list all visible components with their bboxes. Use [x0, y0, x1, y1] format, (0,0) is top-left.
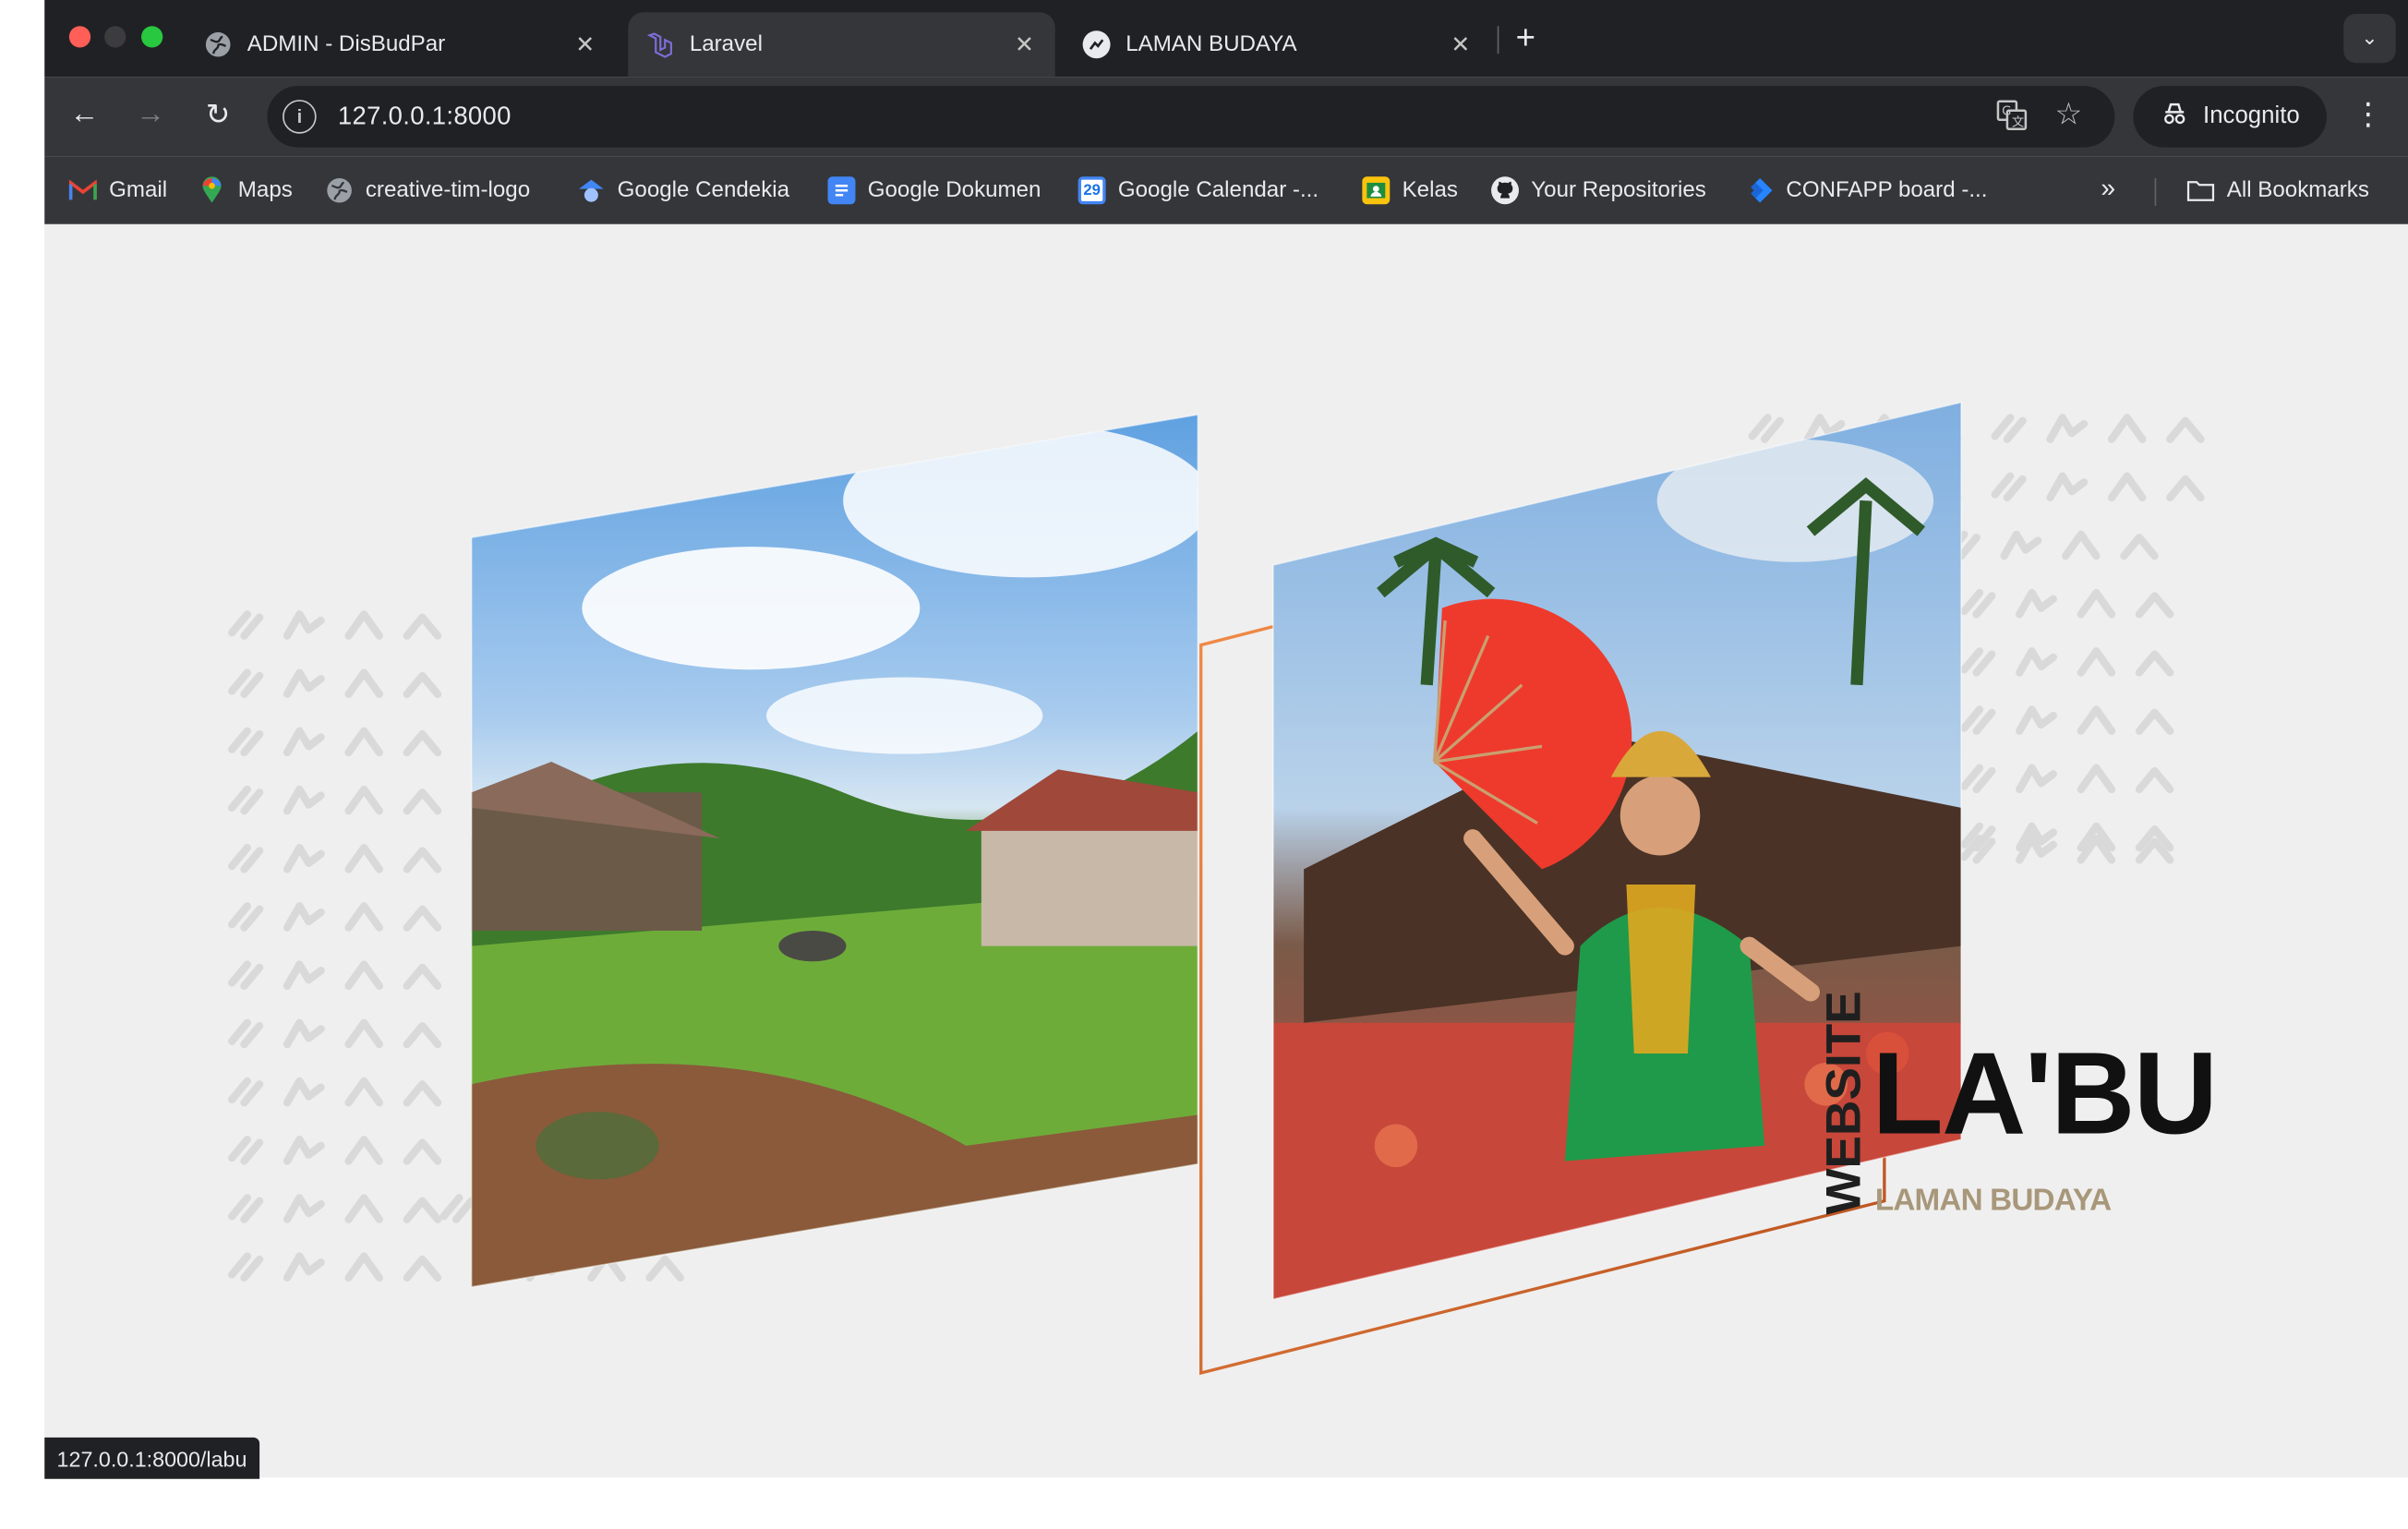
more-menu-icon[interactable]: ⋮	[2353, 95, 2383, 134]
docs-icon	[827, 176, 856, 205]
tab-strip: ADMIN - DisBudPar ✕ Laravel ✕ LAMAN BUDA…	[44, 0, 2408, 78]
back-arrow-icon[interactable]: ←	[66, 98, 103, 132]
tab-laman-budaya[interactable]: LAMAN BUDAYA ✕	[1065, 12, 1491, 77]
browser-window: ADMIN - DisBudPar ✕ Laravel ✕ LAMAN BUDA…	[44, 0, 2408, 1478]
close-tab-icon[interactable]: ✕	[1448, 30, 1473, 58]
tab-separator	[1497, 26, 1499, 54]
toolbar: ← → ↻ i 127.0.0.1:8000 G文 ☆ Incognito ⋮	[44, 77, 2408, 157]
incognito-indicator[interactable]: Incognito	[2133, 86, 2327, 148]
translate-icon[interactable]: G文	[1995, 98, 2029, 139]
bookmark-your-repositories[interactable]: Your Repositories	[1491, 176, 1706, 205]
more-bookmarks-chevron-icon[interactable]: »	[2101, 174, 2115, 204]
tab-search-chevron-icon[interactable]: ⌄	[2343, 13, 2396, 64]
minimize-window-button[interactable]	[104, 26, 126, 48]
svg-text:文: 文	[2012, 114, 2024, 129]
calendar-icon: 29	[1078, 176, 1106, 205]
tab-laravel[interactable]: Laravel ✕	[628, 12, 1055, 78]
new-tab-icon[interactable]: +	[1516, 18, 1535, 58]
maximize-window-button[interactable]	[141, 26, 163, 48]
bookmark-google-dokumen[interactable]: Google Dokumen	[827, 176, 1041, 205]
tab-admin[interactable]: ADMIN - DisBudPar ✕	[186, 12, 616, 77]
classroom-icon	[1362, 176, 1391, 205]
reload-icon[interactable]: ↻	[199, 98, 236, 133]
bookmark-kelas[interactable]: Kelas	[1362, 176, 1458, 205]
laravel-icon	[646, 30, 674, 58]
bookmark-gmail[interactable]: Gmail	[68, 176, 167, 204]
url-text[interactable]: 127.0.0.1:8000	[338, 102, 512, 132]
web-page-content: WEBSITE LA'BU LAMAN BUDAYA	[44, 223, 2408, 1478]
svg-text:G: G	[2002, 105, 2011, 119]
jira-icon	[1746, 176, 1774, 204]
scholar-icon	[577, 176, 605, 204]
hero-title: LA'BU	[1872, 1029, 2217, 1159]
bookmark-google-calendar[interactable]: 29 Google Calendar -...	[1078, 176, 1318, 205]
incognito-icon	[2160, 101, 2187, 133]
bookmark-creative-tim[interactable]: creative-tim-logo	[326, 176, 530, 204]
address-bar[interactable]: i 127.0.0.1:8000 G文 ☆	[267, 86, 2115, 148]
github-icon	[1491, 176, 1520, 205]
forward-arrow-icon[interactable]: →	[132, 98, 169, 132]
globe-icon	[326, 176, 354, 204]
site-icon	[1082, 30, 1111, 59]
hero-illustration: WEBSITE LA'BU LAMAN BUDAYA	[44, 401, 2218, 1376]
close-tab-icon[interactable]: ✕	[572, 30, 597, 58]
hero-subtitle: LAMAN BUDAYA	[1875, 1184, 2112, 1218]
hero-vertical-label: WEBSITE	[1816, 991, 1871, 1214]
globe-icon	[204, 30, 232, 58]
star-icon[interactable]: ☆	[2054, 95, 2082, 134]
bookmark-google-cendekia[interactable]: Google Cendekia	[577, 176, 789, 204]
status-bubble: 127.0.0.1:8000/labu	[44, 1437, 259, 1479]
gmail-icon	[68, 176, 97, 204]
bookmark-maps[interactable]: Maps	[199, 176, 293, 204]
close-tab-icon[interactable]: ✕	[1012, 30, 1037, 58]
maps-icon	[199, 176, 226, 204]
site-info-icon[interactable]: i	[283, 100, 317, 134]
dancer-image	[1272, 402, 1962, 1300]
bookmark-confapp-board[interactable]: CONFAPP board -...	[1746, 176, 1987, 204]
bookmarks-bar: Gmail Maps creative-tim-logo Google Cend…	[44, 156, 2408, 224]
village-image	[471, 415, 1198, 1287]
close-window-button[interactable]	[68, 26, 91, 48]
folder-icon	[2186, 176, 2215, 204]
all-bookmarks-folder[interactable]: All Bookmarks	[2186, 176, 2369, 204]
bookmark-separator	[2154, 177, 2157, 206]
